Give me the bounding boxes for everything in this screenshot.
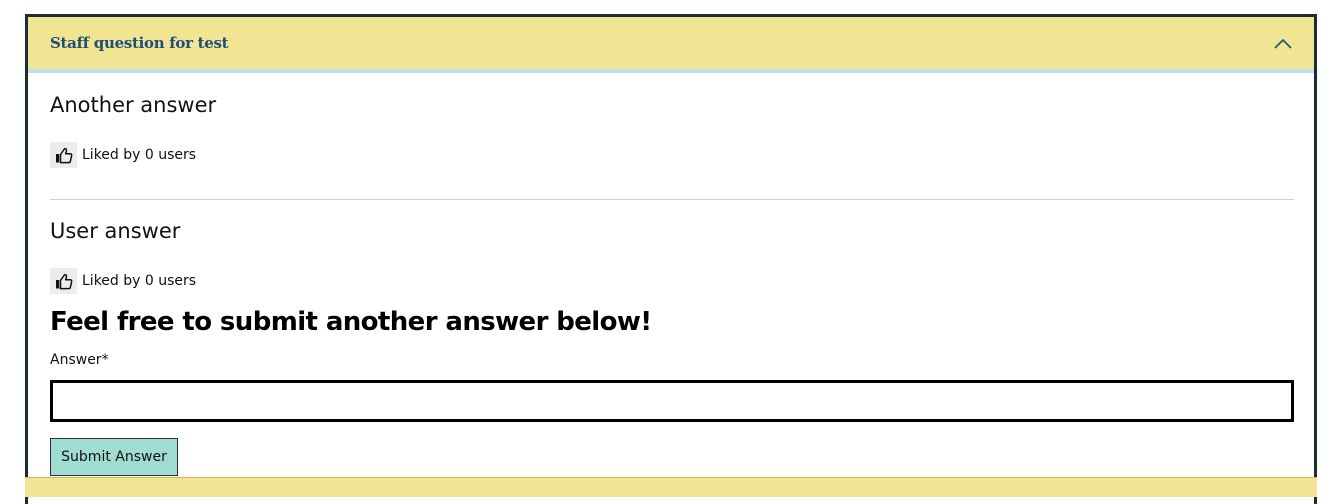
answer-field-label: Answer* [50,352,109,368]
chevron-up-icon[interactable] [1274,37,1292,49]
submit-answer-button[interactable]: Submit Answer [50,438,178,476]
submit-heading: Feel free to submit another answer below… [50,307,652,337]
next-accordion-header[interactable] [25,477,1317,497]
thumbs-up-icon [55,147,73,164]
accordion-header[interactable]: Staff question for test [28,17,1314,73]
accordion-title: Staff question for test [50,34,229,52]
like-button[interactable] [50,268,77,294]
thumbs-up-icon [55,273,73,290]
like-row: Liked by 0 users [50,142,196,168]
likes-count-label: Liked by 0 users [82,273,197,289]
like-row: Liked by 0 users [50,268,196,294]
question-accordion: Staff question for test Another answer L… [25,14,1317,504]
answer-divider [50,199,1294,200]
answer-text: User answer [50,219,181,243]
answer-text: Another answer [50,93,217,117]
like-button[interactable] [50,142,77,168]
likes-count-label: Liked by 0 users [82,147,197,163]
answer-input[interactable] [50,380,1294,422]
